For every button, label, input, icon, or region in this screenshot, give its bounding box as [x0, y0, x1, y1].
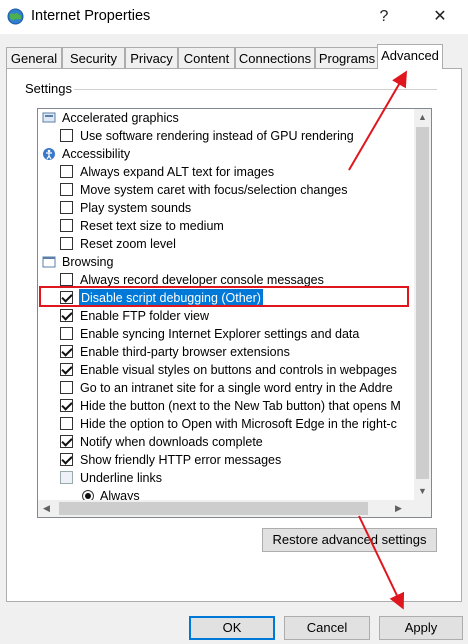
browsing-icon — [42, 255, 56, 269]
checkbox-unchecked[interactable] — [60, 417, 73, 430]
setting-checkbox-item[interactable]: Show friendly HTTP error messages — [38, 451, 414, 469]
checkbox-unchecked[interactable] — [60, 219, 73, 232]
tab-advanced[interactable]: Advanced — [377, 44, 443, 69]
item-label: Enable visual styles on buttons and cont… — [80, 363, 397, 377]
checkbox-unchecked[interactable] — [60, 273, 73, 286]
item-label: Browsing — [62, 255, 114, 269]
item-label: Play system sounds — [80, 201, 192, 215]
subcategory-header: Underline links — [38, 469, 414, 487]
tab-strip: General Security Privacy Content Connect… — [6, 44, 462, 69]
checkbox-checked[interactable] — [60, 363, 73, 376]
checkbox-unchecked[interactable] — [60, 327, 73, 340]
item-label: Enable syncing Internet Explorer setting… — [80, 327, 360, 341]
checkbox-checked[interactable] — [60, 291, 73, 304]
settings-tree-list[interactable]: Accelerated graphics Use software renderi… — [37, 108, 432, 518]
tab-content[interactable]: Content — [178, 47, 235, 68]
internet-globe-icon — [7, 8, 24, 25]
checkbox-unchecked[interactable] — [60, 201, 73, 214]
item-label: Always expand ALT text for images — [80, 165, 275, 179]
item-label: Hide the button (next to the New Tab but… — [80, 399, 401, 413]
item-label: Use software rendering instead of GPU re… — [80, 129, 354, 143]
scroll-up-arrow-icon[interactable]: ▲ — [414, 109, 431, 126]
tab-connections[interactable]: Connections — [235, 47, 315, 68]
cancel-button[interactable]: Cancel — [284, 616, 370, 640]
ok-button[interactable]: OK — [189, 616, 275, 640]
setting-checkbox-item[interactable]: Notify when downloads complete — [38, 433, 414, 451]
scroll-down-arrow-icon[interactable]: ▼ — [414, 483, 431, 500]
setting-checkbox-item[interactable]: Move system caret with focus/selection c… — [38, 181, 414, 199]
vertical-scrollbar[interactable]: ▲ ▼ — [414, 109, 431, 500]
category-header: Accelerated graphics — [38, 109, 414, 127]
category-header: Accessibility — [38, 145, 414, 163]
setting-checkbox-item[interactable]: Hide the option to Open with Microsoft E… — [38, 415, 414, 433]
accessibility-icon — [42, 147, 56, 161]
item-label: Accessibility — [62, 147, 131, 161]
checkbox-unchecked[interactable] — [60, 381, 73, 394]
checkbox-checked[interactable] — [60, 435, 73, 448]
restore-advanced-settings-button[interactable]: Restore advanced settings — [262, 528, 437, 552]
checkbox-unchecked[interactable] — [60, 129, 73, 142]
item-label: Reset zoom level — [80, 237, 176, 251]
subcategory-icon — [60, 471, 73, 484]
setting-checkbox-item[interactable]: Enable syncing Internet Explorer setting… — [38, 325, 414, 343]
settings-divider — [72, 89, 437, 90]
setting-checkbox-item[interactable]: Go to an intranet site for a single word… — [38, 379, 414, 397]
checkbox-unchecked[interactable] — [60, 183, 73, 196]
horizontal-scroll-thumb[interactable] — [59, 502, 368, 515]
item-label: Accelerated graphics — [62, 111, 179, 125]
selected-setting-item[interactable]: Disable script debugging (Other) — [38, 289, 414, 307]
checkbox-unchecked[interactable] — [60, 237, 73, 250]
setting-checkbox-item[interactable]: Always expand ALT text for images — [38, 163, 414, 181]
item-label: Hide the option to Open with Microsoft E… — [80, 417, 397, 431]
apply-button[interactable]: Apply — [379, 616, 463, 640]
item-label: Move system caret with focus/selection c… — [80, 183, 348, 197]
item-label: Show friendly HTTP error messages — [80, 453, 282, 467]
setting-checkbox-item[interactable]: Reset text size to medium — [38, 217, 414, 235]
category-header: Browsing — [38, 253, 414, 271]
setting-checkbox-item[interactable]: Reset zoom level — [38, 235, 414, 253]
close-button[interactable]: ✕ — [428, 6, 452, 28]
setting-checkbox-item[interactable]: Play system sounds — [38, 199, 414, 217]
item-label: Reset text size to medium — [80, 219, 224, 233]
item-label: Underline links — [80, 471, 162, 485]
settings-group-label: Settings — [23, 81, 74, 96]
title-bar: Internet Properties ? ✕ — [0, 0, 468, 34]
checkbox-checked[interactable] — [60, 399, 73, 412]
tab-general[interactable]: General — [6, 47, 62, 68]
setting-checkbox-item[interactable]: Use software rendering instead of GPU re… — [38, 127, 414, 145]
vertical-scroll-thumb[interactable] — [416, 127, 429, 479]
checkbox-checked[interactable] — [60, 453, 73, 466]
item-label: Enable FTP folder view — [80, 309, 209, 323]
scrollbar-corner — [414, 500, 431, 517]
item-label: Always record developer console messages — [80, 273, 324, 287]
setting-checkbox-item[interactable]: Always record developer console messages — [38, 271, 414, 289]
item-label: Disable script debugging (Other) — [79, 289, 263, 307]
help-button[interactable]: ? — [372, 6, 396, 28]
horizontal-scrollbar[interactable]: ◀ ▶ — [38, 500, 414, 517]
setting-checkbox-item[interactable]: Enable FTP folder view — [38, 307, 414, 325]
scroll-left-arrow-icon[interactable]: ◀ — [38, 500, 55, 517]
item-label: Notify when downloads complete — [80, 435, 263, 449]
window-title: Internet Properties — [31, 8, 151, 24]
setting-checkbox-item[interactable]: Hide the button (next to the New Tab but… — [38, 397, 414, 415]
tab-programs[interactable]: Programs — [315, 47, 379, 68]
item-label: Go to an intranet site for a single word… — [80, 381, 393, 395]
checkbox-unchecked[interactable] — [60, 165, 73, 178]
setting-checkbox-item[interactable]: Enable visual styles on buttons and cont… — [38, 361, 414, 379]
checkbox-checked[interactable] — [60, 345, 73, 358]
item-label: Enable third-party browser extensions — [80, 345, 290, 359]
screen-icon — [42, 111, 56, 125]
tab-security[interactable]: Security — [62, 47, 125, 68]
setting-checkbox-item[interactable]: Enable third-party browser extensions — [38, 343, 414, 361]
tab-privacy[interactable]: Privacy — [125, 47, 178, 68]
checkbox-checked[interactable] — [60, 309, 73, 322]
scroll-right-arrow-icon[interactable]: ▶ — [390, 500, 407, 517]
